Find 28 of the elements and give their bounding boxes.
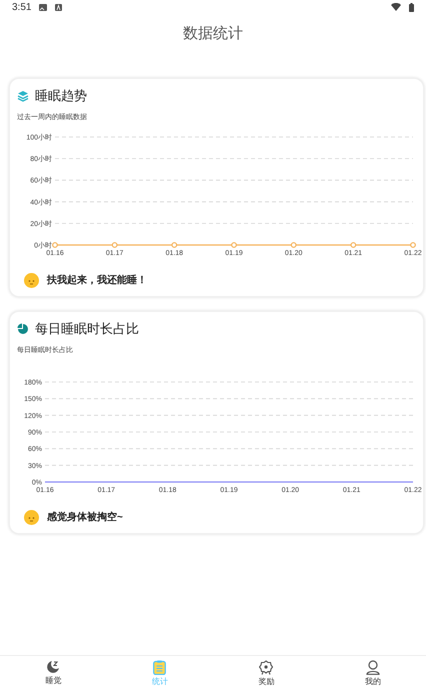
image-icon [39,4,48,10]
page-title: 数据统计 [183,24,243,44]
battery-icon [409,2,414,12]
nav-tab[interactable]: 我的 [320,656,426,691]
text-icon [55,4,62,10]
emoji-icon [24,273,39,288]
moon-icon [46,660,60,674]
nav-tab[interactable]: 奖励 [213,656,320,691]
status-time: 3:51 [12,0,32,14]
data-point [410,242,416,248]
data-point [350,242,356,248]
data-point [231,242,237,248]
data-point [290,242,297,248]
data-point [171,242,178,248]
pie-chart-icon [17,322,29,335]
emoji-icon [24,510,39,525]
card-title: 每日睡眠时长占比 [35,320,139,338]
card-title: 睡眠趋势 [35,87,87,105]
nav-tab[interactable]: 睡觉 [0,656,106,691]
wifi-icon [391,3,401,11]
data-point [112,242,118,248]
badge-icon [259,660,274,674]
card-message: 感觉身体被掏空~ [47,510,123,525]
clipboard-icon [153,660,166,674]
user-icon [366,660,380,674]
layers-icon [17,90,29,102]
data-point [52,242,58,248]
card-message: 扶我起来，我还能睡！ [47,274,147,288]
